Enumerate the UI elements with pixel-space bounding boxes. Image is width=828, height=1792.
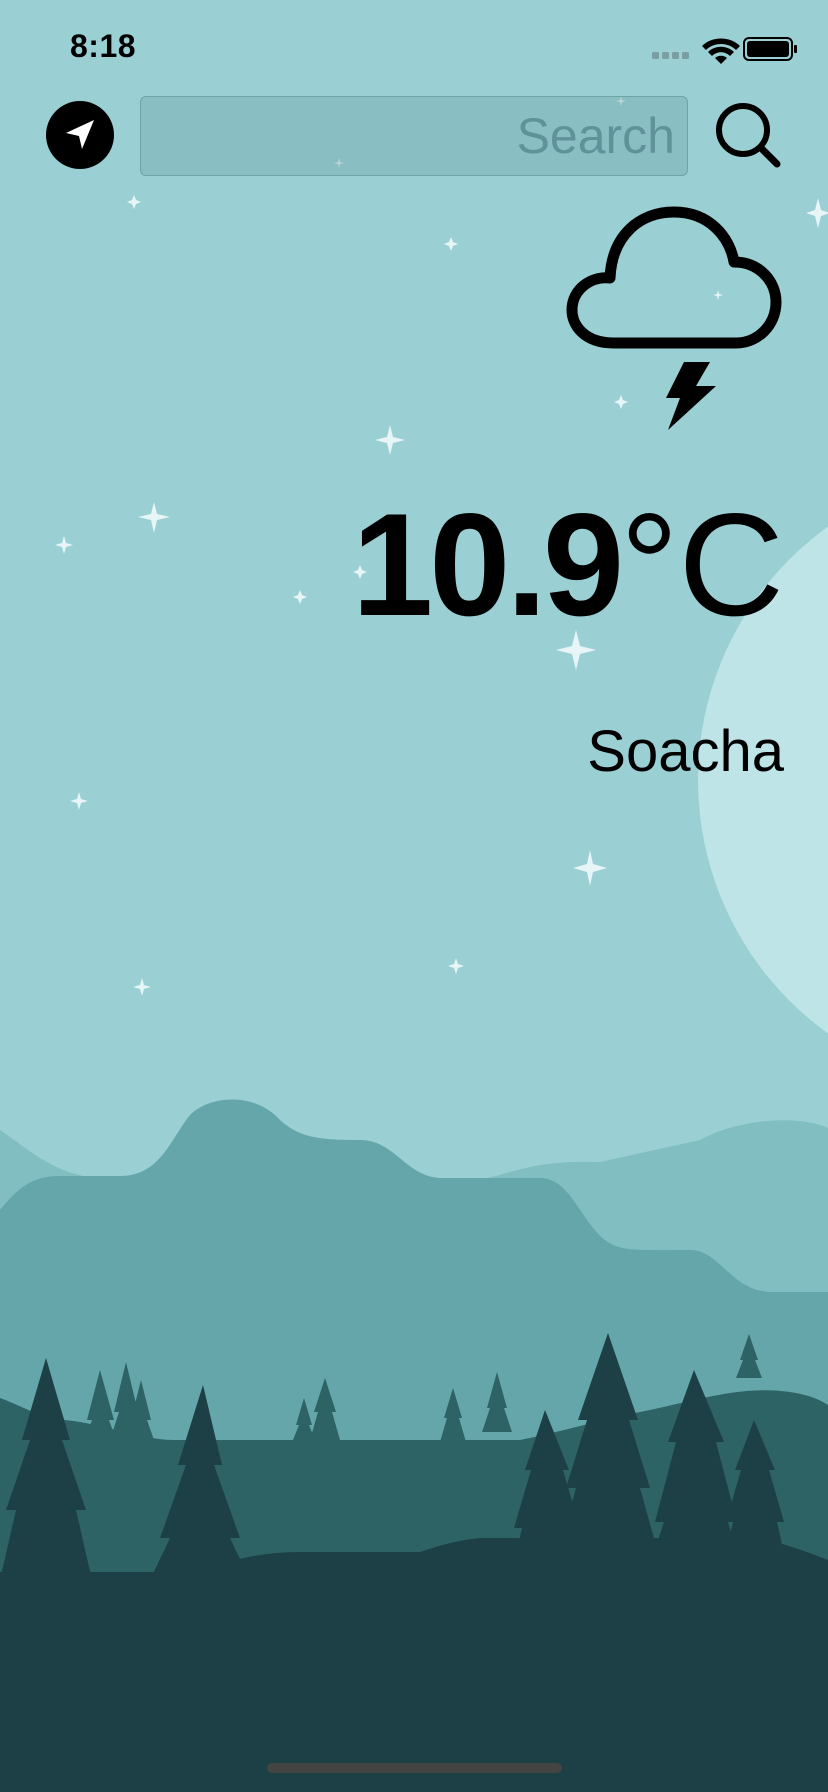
temperature-unit: °C [620,483,784,646]
search-input[interactable] [140,96,688,176]
magnifier-icon [716,103,781,168]
wifi-icon [702,38,740,64]
location-arrow-icon [66,120,94,149]
temperature-display: 10.9°C [352,492,784,638]
status-icons [650,34,800,69]
location-button[interactable] [46,101,114,169]
cloud-lightning-icon [562,200,782,445]
city-name: Soacha [587,719,784,784]
temperature-value: 10.9 [352,483,624,646]
battery-icon [743,37,797,61]
home-indicator[interactable] [267,1763,562,1773]
search-button[interactable] [710,96,790,176]
signal-dots-icon [652,52,689,59]
status-time: 8:18 [70,28,137,64]
weather-screen: 8:18 Search 10.9°C Soacha [0,0,828,1792]
